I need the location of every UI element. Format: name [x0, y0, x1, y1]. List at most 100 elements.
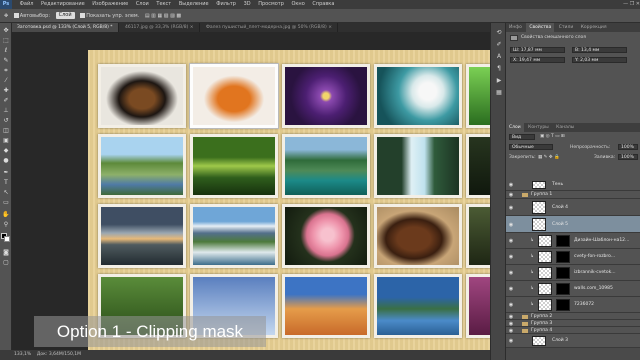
tab-info[interactable]: Инфо: [506, 23, 525, 32]
tab-falez[interactable]: Фалез пушистый_плет-модерна.jpg @ 50% (R…: [201, 23, 338, 32]
eye-icon[interactable]: ◉: [508, 182, 514, 188]
path-select-tool-icon[interactable]: ↖: [2, 189, 10, 196]
background-color-swatch[interactable]: [4, 236, 10, 242]
eye-icon[interactable]: ◉: [508, 192, 514, 198]
photo-dandelion[interactable]: [374, 64, 462, 128]
layer-row[interactable]: ◉ Группа 4: [506, 327, 640, 334]
character-icon[interactable]: A: [494, 53, 504, 61]
tab-zagotovka[interactable]: Заготовка.psd @ 133% (Слой 5, RGB/8) *: [12, 23, 119, 32]
photo-crocus[interactable]: [282, 64, 370, 128]
healing-tool-icon[interactable]: ✚: [2, 87, 10, 94]
window-controls[interactable]: — ❐ ✕: [616, 0, 640, 9]
tab-channels[interactable]: Каналы: [553, 123, 577, 132]
move-tool-icon[interactable]: ✥: [4, 9, 8, 23]
eye-icon[interactable]: ◉: [508, 254, 514, 260]
menu-select[interactable]: Выделение: [176, 0, 212, 9]
quick-select-tool-icon[interactable]: ✎: [2, 57, 10, 64]
photo-grass[interactable]: [466, 64, 490, 128]
eye-icon[interactable]: ◉: [508, 314, 514, 320]
brush-presets-icon[interactable]: ✐: [494, 41, 504, 49]
photo-stream-trees[interactable]: [98, 134, 186, 198]
gradient-tool-icon[interactable]: ▣: [2, 137, 10, 144]
document-canvas[interactable]: [88, 50, 490, 350]
menu-file[interactable]: Файл: [17, 0, 37, 9]
swatches-icon[interactable]: ▦: [494, 89, 504, 97]
quick-mask-icon[interactable]: ◙: [2, 249, 10, 256]
menu-edit[interactable]: Редактирование: [38, 0, 88, 9]
layer-row[interactable]: ◉ Группа 1: [506, 191, 640, 199]
menu-3d[interactable]: 3D: [241, 0, 254, 9]
menu-window[interactable]: Окно: [288, 0, 307, 9]
photo-mountain-falls[interactable]: [190, 204, 278, 268]
tab-styles[interactable]: Стили: [556, 23, 577, 32]
pen-tool-icon[interactable]: ✒: [2, 169, 10, 176]
layer-row[interactable]: ◉ ↳ izbrannik-cvetok...: [506, 265, 640, 281]
menu-help[interactable]: Справка: [309, 0, 337, 9]
photo-desert-dunes[interactable]: [282, 274, 370, 338]
zoom-tool-icon[interactable]: ⚲: [2, 221, 10, 228]
auto-select-dropdown[interactable]: Слой: [55, 12, 75, 19]
menu-layers[interactable]: Слои: [133, 0, 152, 9]
photo-sunset-lake[interactable]: [98, 204, 186, 268]
eye-icon[interactable]: ◉: [508, 338, 514, 344]
zoom-level[interactable]: 133,1%: [14, 352, 31, 357]
tab-paths[interactable]: Контуры: [525, 123, 552, 132]
history-brush-tool-icon[interactable]: ↺: [2, 117, 10, 124]
photo-dark-forest[interactable]: [466, 134, 490, 198]
layer-row[interactable]: ◉ Тень: [506, 179, 640, 191]
layer-filter-kind[interactable]: Вид: [509, 134, 535, 140]
tab-adjustments[interactable]: Коррекция: [578, 23, 610, 32]
auto-select-checkbox[interactable]: [13, 13, 19, 18]
clone-stamp-tool-icon[interactable]: ⊥: [2, 107, 10, 114]
opacity-field[interactable]: 100%: [618, 144, 638, 150]
type-tool-icon[interactable]: T: [2, 179, 10, 186]
eye-icon[interactable]: ◉: [508, 222, 514, 228]
history-icon[interactable]: ⟲: [494, 29, 504, 37]
layer-row[interactable]: ◉ ↳ 7236072: [506, 297, 640, 313]
lock-icons[interactable]: ▦ ✎ ✥ 🔒: [538, 155, 560, 160]
show-transform-option[interactable]: Показать упр. элем.: [80, 9, 139, 23]
brush-tool-icon[interactable]: ✐: [2, 97, 10, 104]
eraser-tool-icon[interactable]: ◫: [2, 127, 10, 134]
photo-puppy[interactable]: [98, 64, 186, 128]
layer-row[interactable]: ◉ ↳ Дизайн-Шаблон-на12...: [506, 233, 640, 249]
marquee-tool-icon[interactable]: ⬚: [2, 37, 10, 44]
eyedropper-tool-icon[interactable]: ⁄: [2, 77, 10, 84]
layer-row[interactable]: ◉ ↳ cvety-fon-rozbro...: [506, 249, 640, 265]
width-field[interactable]: Ш: 17,87 мм: [510, 47, 565, 53]
photo-horse[interactable]: [374, 204, 462, 268]
eye-icon[interactable]: ◉: [508, 286, 514, 292]
layer-row[interactable]: ◉ Группа 3: [506, 320, 640, 327]
photo-waterfall[interactable]: [374, 134, 462, 198]
move-tool-icon[interactable]: ✥: [2, 27, 10, 34]
photo-reeds[interactable]: [466, 204, 490, 268]
eye-icon[interactable]: ◉: [508, 238, 514, 244]
eye-icon[interactable]: ◉: [508, 321, 514, 327]
show-transform-checkbox[interactable]: [80, 13, 86, 18]
layer-row[interactable]: ◉ Слой 5: [506, 216, 640, 233]
photo-mountain-lake[interactable]: [374, 274, 462, 338]
align-icons[interactable]: ▤ ▥ ▦ ▧ ▨ ▩: [145, 9, 181, 23]
layer-row[interactable]: ◉ Слой 4: [506, 199, 640, 216]
blur-tool-icon[interactable]: ◆: [2, 147, 10, 154]
photo-heron[interactable]: [190, 134, 278, 198]
photo-purple-flowers[interactable]: [466, 274, 490, 338]
lasso-tool-icon[interactable]: ℓ: [2, 47, 10, 54]
photo-squirrel[interactable]: [190, 64, 278, 128]
dodge-tool-icon[interactable]: ●: [2, 157, 10, 164]
menu-view[interactable]: Просмотр: [255, 0, 287, 9]
menu-image[interactable]: Изображение: [89, 0, 131, 9]
photo-bridge-river[interactable]: [282, 134, 370, 198]
tab-layers[interactable]: Слои: [506, 123, 524, 132]
paragraph-icon[interactable]: ¶: [494, 65, 504, 73]
layer-row[interactable]: ◉ ↳ walls.com_10985: [506, 281, 640, 297]
screen-mode-icon[interactable]: ▢: [2, 259, 10, 266]
layer-row[interactable]: ◉ Слой 3: [506, 334, 640, 348]
blend-mode-select[interactable]: Обычные: [509, 144, 553, 150]
crop-tool-icon[interactable]: ⌗: [2, 67, 10, 74]
photo-pink-rose[interactable]: [282, 204, 370, 268]
height-field[interactable]: В: 13,4 мм: [572, 47, 627, 53]
actions-icon[interactable]: ▶: [494, 77, 504, 85]
fill-field[interactable]: 100%: [618, 154, 638, 160]
eye-icon[interactable]: ◉: [508, 270, 514, 276]
